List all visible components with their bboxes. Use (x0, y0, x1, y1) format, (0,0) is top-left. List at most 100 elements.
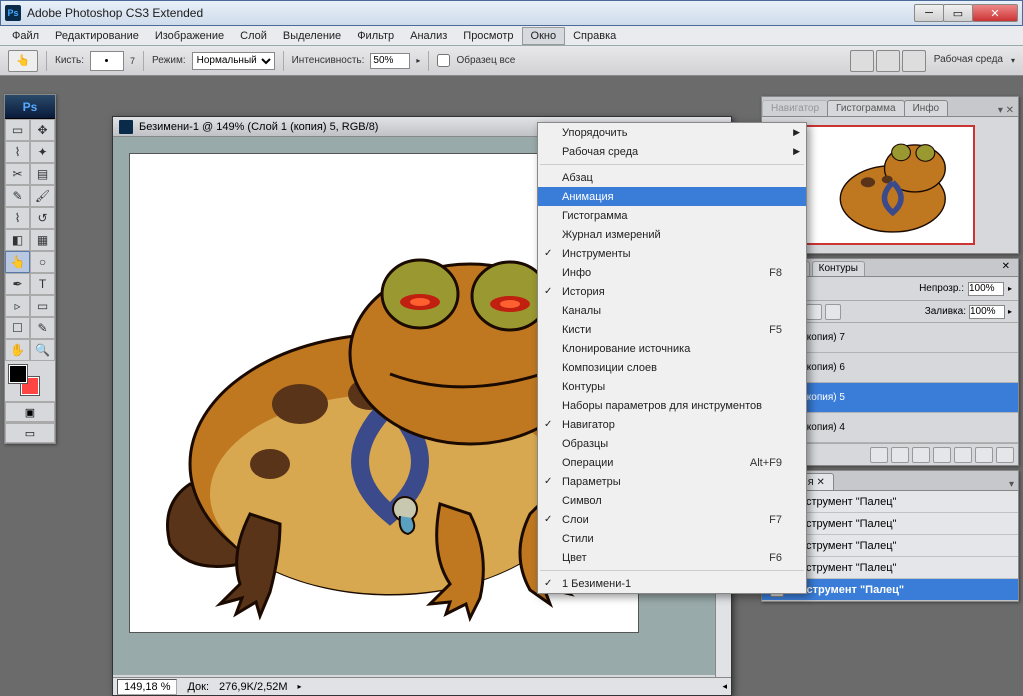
crop-tool[interactable]: ✂ (5, 163, 30, 185)
menu-item[interactable]: ✓СлоиF7 (538, 510, 806, 529)
window-titlebar: Ps Adobe Photoshop CS3 Extended ─ ▭ ✕ (0, 0, 1023, 26)
document-statusbar: 149,18 % Док: 276,9K/2,52M ▸ ◂ (113, 677, 731, 695)
workspace-label[interactable]: Рабочая среда (928, 50, 1009, 72)
navigator-thumbnail[interactable] (805, 125, 975, 245)
screen-icon[interactable] (876, 50, 900, 72)
menu-item[interactable]: ✓Навигатор (538, 415, 806, 434)
path-tool[interactable]: ▹ (5, 295, 30, 317)
menubar: Файл Редактирование Изображение Слой Выд… (0, 26, 1023, 46)
stamp-tool[interactable]: ⌇ (5, 207, 30, 229)
menu-layer[interactable]: Слой (232, 28, 275, 44)
heal-tool[interactable]: ✎ (5, 185, 30, 207)
lock-position-icon[interactable] (806, 304, 822, 320)
group-icon[interactable] (954, 447, 972, 463)
menu-item[interactable]: Клонирование источника (538, 339, 806, 358)
slice-tool[interactable]: ▤ (30, 163, 55, 185)
menu-item[interactable]: ✓История (538, 282, 806, 301)
notes-tool[interactable]: ☐ (5, 317, 30, 339)
bridge-icon[interactable] (850, 50, 874, 72)
menu-view[interactable]: Просмотр (455, 28, 521, 44)
panel-menu-icon[interactable]: ▾ (1005, 479, 1018, 490)
intensity-input[interactable] (370, 53, 410, 69)
move-tool[interactable]: ✥ (30, 119, 55, 141)
history-brush-tool[interactable]: ↺ (30, 207, 55, 229)
wand-tool[interactable]: ✦ (30, 141, 55, 163)
menu-help[interactable]: Справка (565, 28, 624, 44)
menu-file[interactable]: Файл (4, 28, 47, 44)
fx-icon[interactable] (891, 447, 909, 463)
new-layer-icon[interactable] (975, 447, 993, 463)
quick-mask-button[interactable]: ▣ (5, 402, 55, 422)
fill-input[interactable] (969, 305, 1005, 319)
menu-item[interactable]: ИнфоF8 (538, 263, 806, 282)
menu-item[interactable]: Композиции слоев (538, 358, 806, 377)
menu-item[interactable]: ОперацииAlt+F9 (538, 453, 806, 472)
menu-item[interactable]: Упорядочить▶ (538, 123, 806, 142)
eraser-tool[interactable]: ◧ (5, 229, 30, 251)
menu-item[interactable]: Символ (538, 491, 806, 510)
menu-select[interactable]: Выделение (275, 28, 349, 44)
menu-item[interactable]: Анимация (538, 187, 806, 206)
marquee-tool[interactable]: ▭ (5, 119, 30, 141)
zoom-level[interactable]: 149,18 % (117, 679, 177, 695)
intensity-label: Интенсивность: (292, 55, 365, 66)
menu-item[interactable]: ЦветF6 (538, 548, 806, 567)
smudge-tool[interactable]: 👆 (5, 251, 30, 273)
menu-edit[interactable]: Редактирование (47, 28, 147, 44)
panel-close-icon[interactable]: ✕ (998, 261, 1014, 276)
menu-item[interactable]: Журнал измерений (538, 225, 806, 244)
zoom-tool[interactable]: 🔍 (30, 339, 55, 361)
sample-all-label: Образец все (456, 55, 515, 66)
tool-preset-picker[interactable]: 👆 (8, 50, 38, 72)
menu-item[interactable]: Наборы параметров для инструментов (538, 396, 806, 415)
lasso-tool[interactable]: ⌇ (5, 141, 30, 163)
tab-info[interactable]: Инфо (904, 100, 949, 116)
opacity-label: Непрозр.: (919, 283, 964, 294)
mask-icon[interactable] (912, 447, 930, 463)
close-button[interactable]: ✕ (972, 4, 1018, 22)
toolbar-header: Ps (5, 95, 55, 119)
gradient-tool[interactable]: ▦ (30, 229, 55, 251)
panel-options-icon[interactable]: ▾ ✕ (994, 105, 1018, 116)
menu-item[interactable]: Абзац (538, 168, 806, 187)
mode-select[interactable]: Нормальный (192, 52, 275, 70)
pen-tool[interactable]: ✒ (5, 273, 30, 295)
minimize-button[interactable]: ─ (914, 4, 944, 22)
menu-item[interactable]: Контуры (538, 377, 806, 396)
menu-item[interactable]: Рабочая среда▶ (538, 142, 806, 161)
type-tool[interactable]: T (30, 273, 55, 295)
screen-mode-button[interactable]: ▭ (5, 423, 55, 443)
adjustment-icon[interactable] (933, 447, 951, 463)
link-layers-icon[interactable] (870, 447, 888, 463)
tab-paths[interactable]: Контуры (812, 261, 865, 276)
tab-histogram[interactable]: Гистограмма (827, 100, 905, 116)
menu-item[interactable]: ✓1 Безимени-1 (538, 574, 806, 593)
eyedropper-tool[interactable]: ✎ (30, 317, 55, 339)
menu-item[interactable]: ✓Инструменты (538, 244, 806, 263)
brush-preview[interactable] (90, 51, 124, 71)
menu-item[interactable]: Каналы (538, 301, 806, 320)
lock-all-icon[interactable] (825, 304, 841, 320)
menu-item[interactable]: Стили (538, 529, 806, 548)
foreground-color[interactable] (9, 365, 27, 383)
menu-item[interactable]: Гистограмма (538, 206, 806, 225)
workspace-icon[interactable] (902, 50, 926, 72)
menu-analysis[interactable]: Анализ (402, 28, 455, 44)
maximize-button[interactable]: ▭ (943, 4, 973, 22)
opacity-input[interactable] (968, 282, 1004, 296)
shape-tool[interactable]: ▭ (30, 295, 55, 317)
menu-item[interactable]: ✓Параметры (538, 472, 806, 491)
menu-window[interactable]: Окно (522, 27, 566, 45)
menu-item[interactable]: Образцы (538, 434, 806, 453)
menu-item[interactable]: КистиF5 (538, 320, 806, 339)
delete-layer-icon[interactable] (996, 447, 1014, 463)
brush-tool[interactable]: 🖌 (30, 185, 55, 207)
dodge-tool[interactable]: ○ (30, 251, 55, 273)
sample-all-checkbox[interactable] (437, 54, 450, 67)
color-swatches[interactable] (5, 361, 55, 401)
menu-filter[interactable]: Фильтр (349, 28, 402, 44)
hand-tool[interactable]: ✋ (5, 339, 30, 361)
tab-navigator[interactable]: Навигатор (762, 100, 828, 116)
window-menu-dropdown: Упорядочить▶Рабочая среда▶ АбзацАнимацияГ… (537, 122, 807, 594)
menu-image[interactable]: Изображение (147, 28, 232, 44)
